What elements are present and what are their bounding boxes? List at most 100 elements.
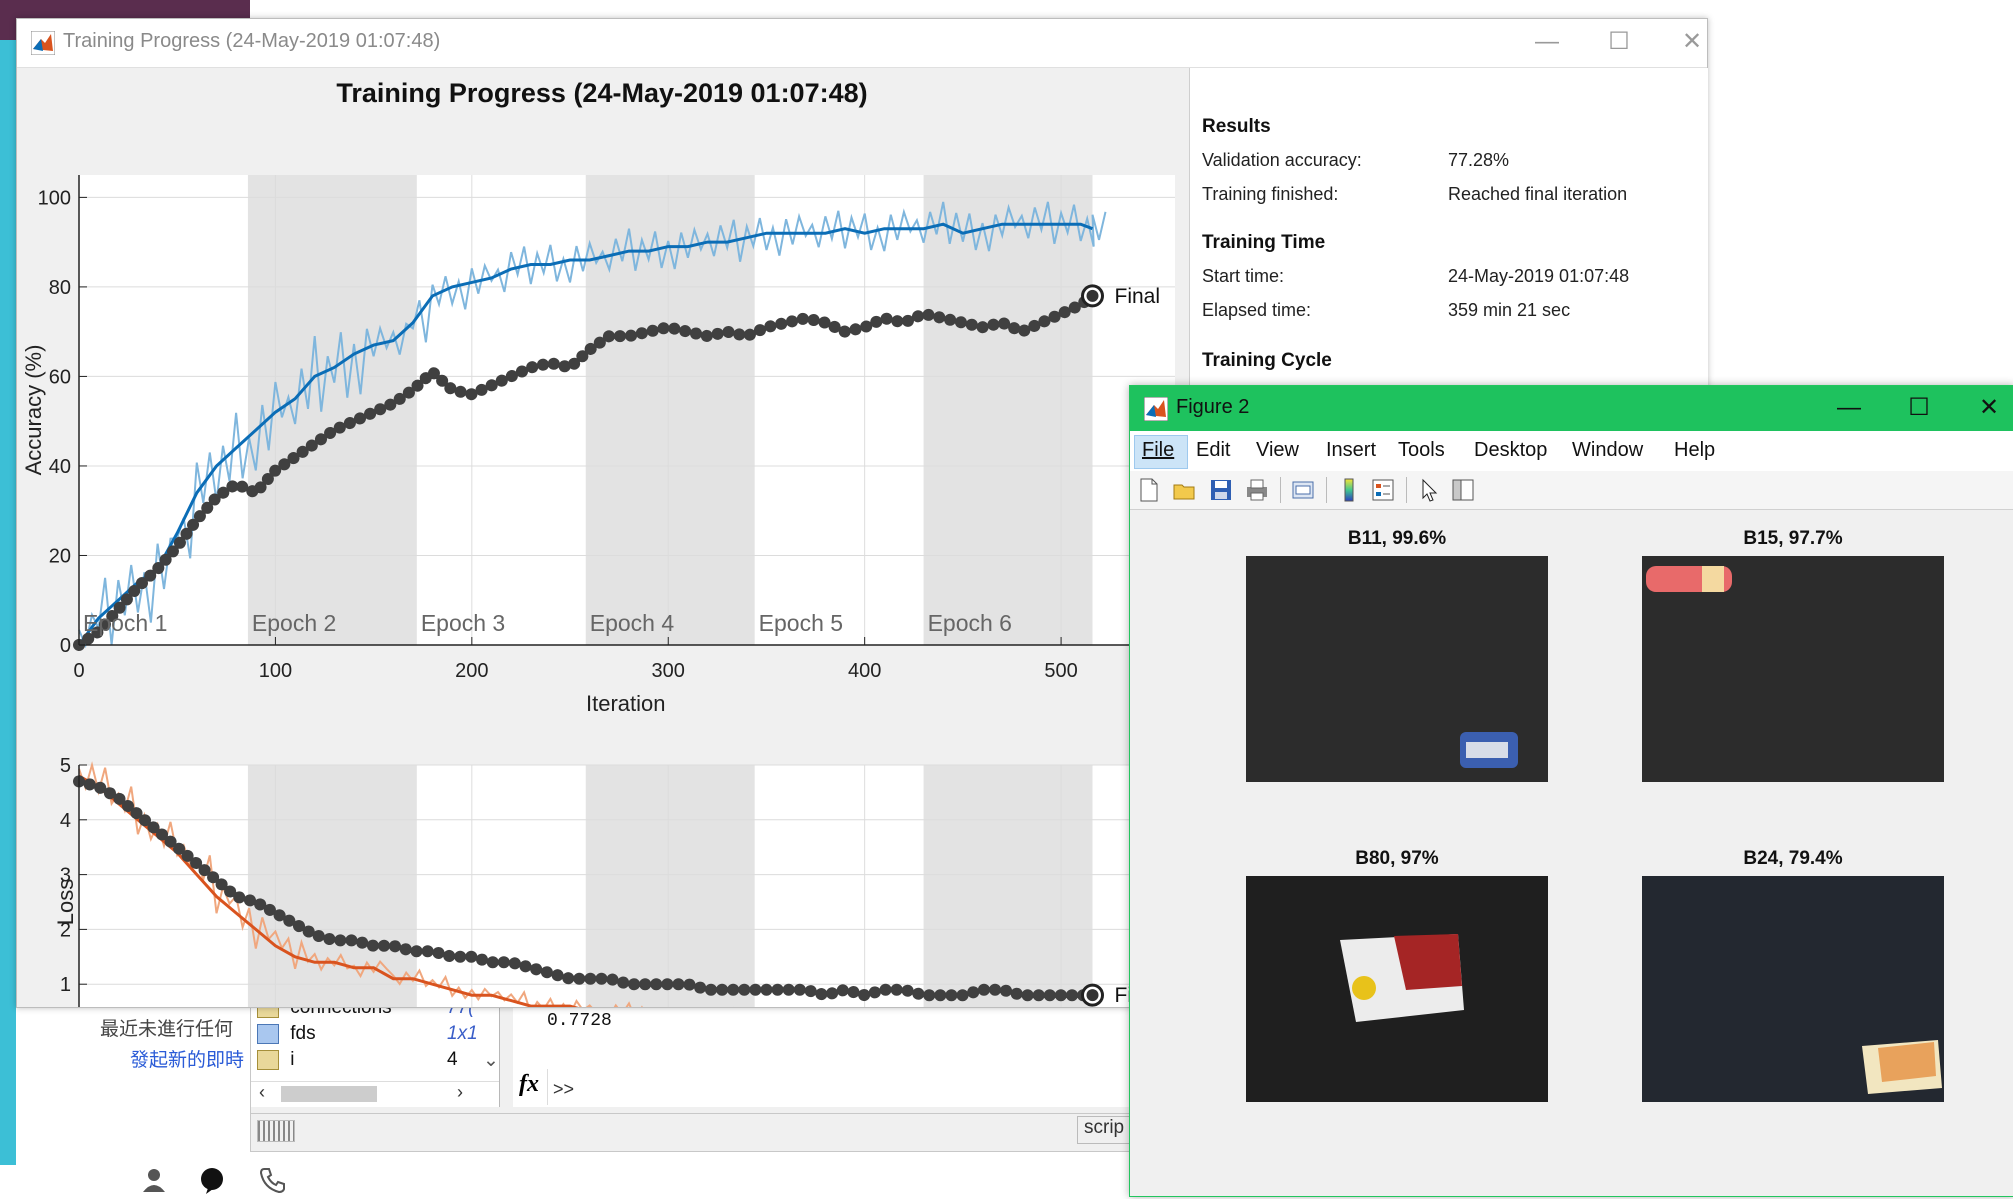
training-finished-label: Training finished: [1202,184,1339,204]
status-bar: scrip [251,1113,1145,1146]
menu-tools[interactable]: Tools [1398,439,1445,462]
y-tick-label: 5 [60,755,71,777]
open-file-icon[interactable] [1172,477,1198,503]
x-tick-label: 0 [73,660,84,682]
can-object-icon [1460,732,1518,768]
chat-icon[interactable] [198,1166,226,1194]
validation-accuracy-label: Validation accuracy: [1202,150,1362,170]
epoch-label: Epoch 1 [83,610,167,636]
y-tick-label: 4 [60,810,71,832]
new-figure-icon[interactable] [1136,477,1162,503]
close-button[interactable]: ✕ [1662,25,1722,59]
maximize-button[interactable]: ☐ [1886,390,1952,426]
var-value: 4 [447,1049,458,1070]
result-image-b11 [1246,556,1548,782]
save-icon[interactable] [1208,477,1234,503]
epoch-label: Epoch 5 [759,1006,843,1007]
menu-desktop[interactable]: Desktop [1474,439,1547,462]
var-name: fds [290,1023,316,1044]
elapsed-time-value: 359 min 21 sec [1448,300,1571,320]
results-heading: Results [1202,116,1271,137]
chat-new-link[interactable]: 發起新的即時 [100,1045,250,1072]
epoch-label: Epoch 6 [928,610,1012,636]
command-output: 0.7728 [547,1011,612,1031]
scroll-left-icon[interactable]: ‹ [259,1082,265,1103]
image-caption: B24, 79.4% [1743,848,1843,869]
training-time-heading: Training Time [1202,232,1326,253]
epoch-label: Epoch 2 [252,610,336,636]
final-label: Final [1115,285,1161,308]
training-cycle-heading: Training Cycle [1202,350,1332,371]
workspace-list: connections 77( fds 1x1 i 4 ⌄ [257,997,499,1075]
image-caption: B15, 97.7% [1743,528,1843,549]
toolbar-divider [1406,477,1407,503]
loss-chart: FinalEpoch 1Epoch 2Epoch 3Epoch 4Epoch 5… [53,755,1175,1007]
table-icon [257,1049,279,1070]
plot-area: Training Progress (24-May-2019 01:07:48)… [17,68,1187,1007]
training-finished-value: Reached final iteration [1448,184,1628,204]
menu-file[interactable]: File [1142,439,1174,462]
result-image-b24 [1642,876,1944,1102]
x-tick-label: 500 [1044,660,1077,682]
workspace-row[interactable]: fds 1x1 [257,1023,487,1049]
colorbar-icon[interactable] [1336,477,1362,503]
fx-button[interactable]: fx [513,1069,548,1105]
epoch-label: Epoch 4 [590,610,675,636]
box-object-icon [1862,1040,1942,1094]
close-button[interactable]: ✕ [1956,390,2013,426]
legend-icon[interactable] [1370,477,1396,503]
epoch-shade [247,765,417,1007]
desktop-edge [0,40,16,1165]
title-bar[interactable]: Figure 2 — ☐ ✕ [1130,386,2013,431]
final-marker-dot [1086,289,1099,302]
result-image-b80 [1246,876,1548,1102]
y-tick-label: 60 [49,366,71,388]
command-window[interactable]: 0.7728 fx >> [513,991,1131,1107]
title-bar[interactable]: Training Progress (24-May-2019 01:07:48)… [17,19,1707,68]
accuracy-chart: Final Epoch 1 Epoch 2 Epoch 3 Epoch 4 Epoch 5… [21,175,1175,716]
chat-toolbar [140,1162,340,1198]
toolbar-divider [1280,477,1281,503]
menu-help[interactable]: Help [1674,439,1715,462]
workspace-scrollbar[interactable]: ‹ › [251,1081,499,1106]
image-caption: B11, 99.6% [1347,528,1447,549]
figure-toolbar [1130,471,2013,510]
scroll-thumb[interactable] [281,1086,377,1102]
maximize-button[interactable]: ☐ [1589,25,1649,59]
y-axis-label: Loss [53,879,78,925]
figure-canvas: B11, 99.6% B15, 97.7% B80, 97% B24, 79.4… [1130,510,2013,1196]
y-tick-label: 100 [38,187,71,209]
chevron-down-icon[interactable]: ⌄ [483,1049,499,1072]
x-tick-label: 400 [848,660,881,682]
final-marker-dot [1086,989,1099,1002]
workspace-panel: connections 77( fds 1x1 i 4 ⌄ ‹ › [251,991,500,1107]
wrapper-object-icon [1340,934,1464,1022]
chat-sidebar-text: 最近未進行任何 發起新的即時 [100,1014,250,1074]
property-editor-icon[interactable] [1450,477,1476,503]
menu-insert[interactable]: Insert [1326,439,1376,462]
pointer-icon[interactable] [1416,477,1442,503]
status-grip-icon[interactable] [257,1120,295,1142]
image-caption: B80, 97% [1355,848,1439,869]
menu-view[interactable]: View [1256,439,1299,462]
y-axis-label: Accuracy (%) [21,345,46,476]
minimize-button[interactable]: — [1517,25,1577,59]
scroll-right-icon[interactable]: › [457,1082,463,1103]
figure-2-window: Figure 2 — ☐ ✕ File Edit View Insert Too… [1129,385,2013,1197]
x-tick-label: 300 [652,660,685,682]
print-icon[interactable] [1244,477,1270,503]
toolbar-divider [1326,477,1327,503]
workspace-row[interactable]: i 4 ⌄ [257,1049,499,1075]
var-name: i [290,1049,295,1070]
menu-window[interactable]: Window [1572,439,1643,462]
phone-icon[interactable] [258,1166,286,1194]
y-tick-label: 0 [60,635,71,657]
link-plot-icon[interactable] [1290,477,1316,503]
menu-edit[interactable]: Edit [1196,439,1230,462]
epoch-shade [585,765,755,1007]
person-icon[interactable] [140,1166,168,1194]
matlab-logo-icon [1144,397,1168,421]
minimize-button[interactable]: — [1816,390,1882,426]
epoch-label: Epoch 2 [252,1006,336,1007]
epoch-label: Epoch 1 [83,1006,167,1007]
